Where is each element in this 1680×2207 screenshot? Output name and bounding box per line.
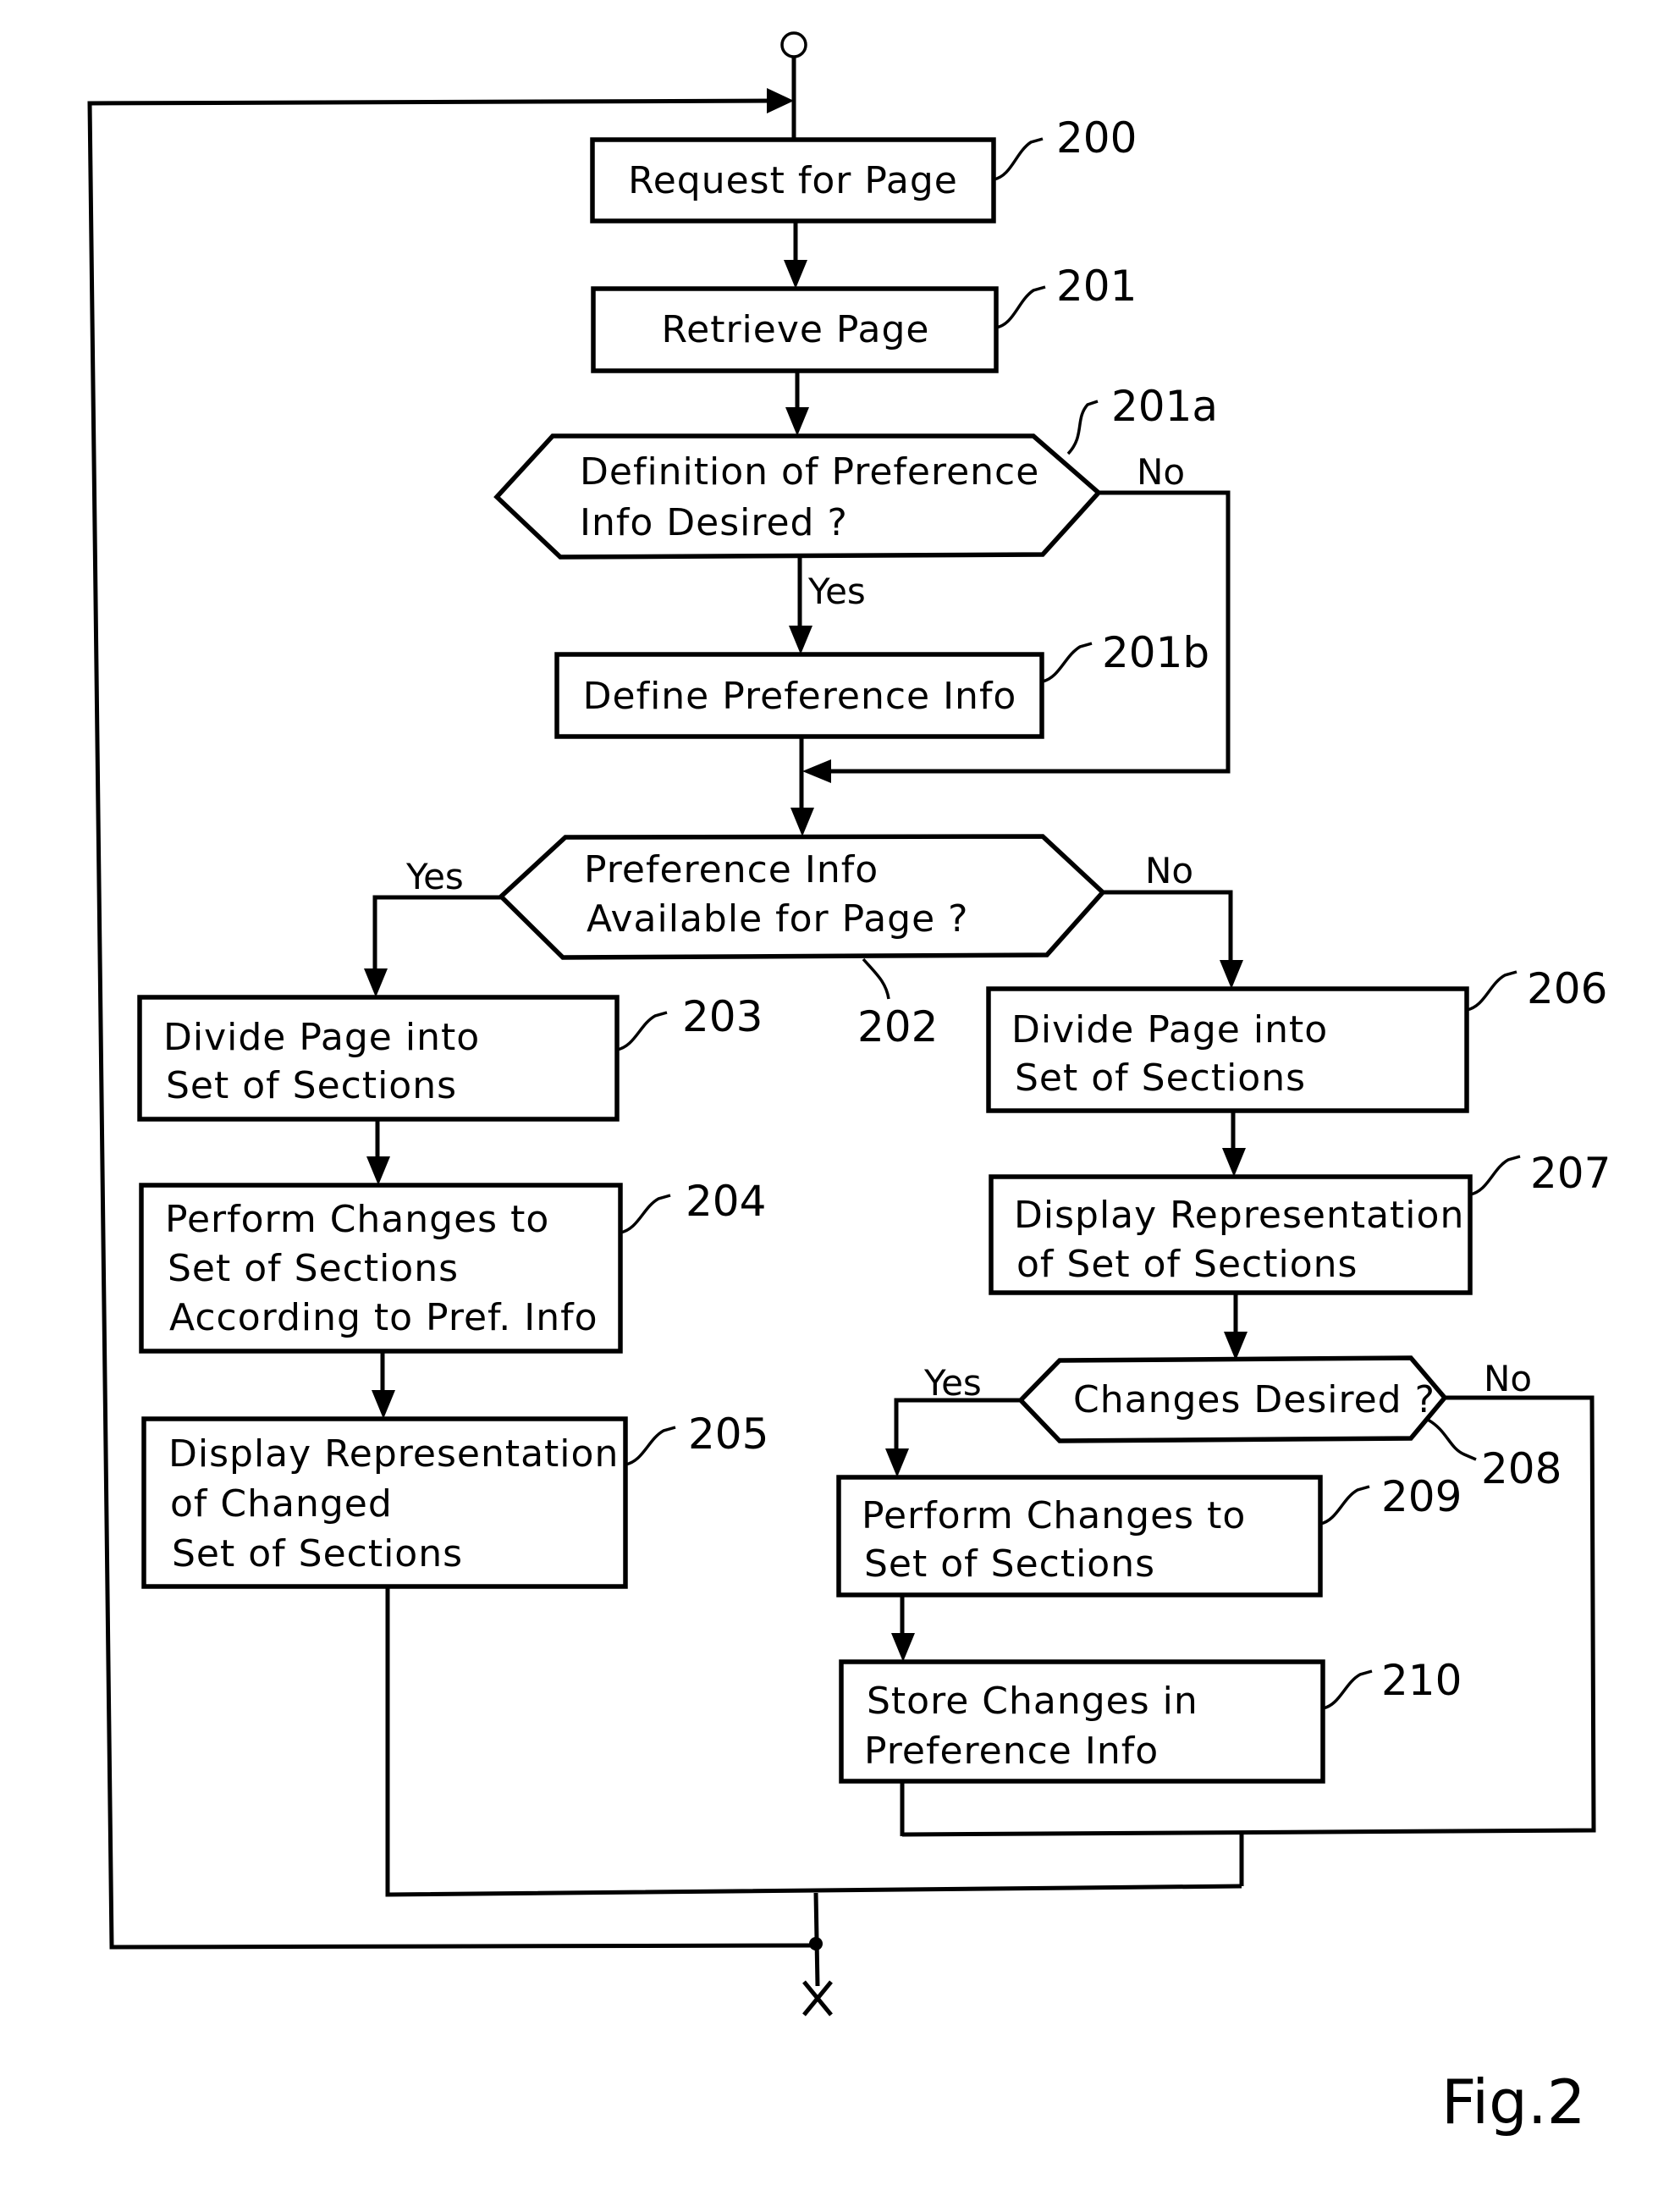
leader-210 [1322,1669,1373,1710]
leader-207 [1469,1155,1521,1196]
arrowhead-204 [366,1156,390,1185]
leader-203 [616,1011,668,1051]
node-text-line-2: Set of Sections [1015,1057,1306,1100]
ref-numeral: 202 [857,1002,938,1051]
arrowhead-202 [790,808,814,836]
arrowhead-201 [784,260,807,289]
leader-201a [1066,400,1099,455]
leader-201 [995,285,1046,329]
node-text-line-1: Display Representation [1014,1194,1464,1237]
node-208: Changes Desired ? 208 Yes No [923,1355,1562,1493]
node-204: Perform Changes to Set of Sections Accor… [139,1177,766,1354]
node-text-line-2: of Changed [170,1482,393,1526]
arrowhead-209 [885,1448,909,1477]
node-text-line-1: Preference Info [584,848,879,891]
node-text-line-2: of Set of Sections [1016,1243,1358,1286]
edge-202-yes [372,895,501,978]
leader-202 [862,957,890,1000]
arrowhead-206 [1220,960,1243,989]
arrowhead-join [802,759,831,783]
arrowhead-201b [789,626,812,654]
ref-numeral: 206 [1527,964,1607,1013]
ref-numeral: 201 [1056,262,1137,311]
ref-numeral: 204 [686,1177,766,1226]
arrowhead-201a [785,407,809,436]
node-text-line-1: Divide Page into [1011,1008,1328,1051]
node-text-line-3: According to Pref. Info [169,1296,598,1339]
arrowhead-207 [1222,1148,1246,1177]
leader-201b [1042,642,1093,683]
branch-label-yes: Yes [807,571,866,612]
node-text-line-2: Preference Info [864,1730,1159,1773]
node-text: Retrieve Page [662,308,930,351]
branch-label-no: No [1484,1358,1532,1399]
branch-label-yes: Yes [405,856,464,897]
node-text-line-1: Perform Changes to [862,1494,1246,1537]
branch-label-no: No [1137,451,1185,493]
branch-label-no: No [1145,850,1193,891]
node-201a: Definition of Preference Info Desired ? … [493,382,1218,612]
ref-numeral: 209 [1381,1472,1462,1521]
node-text-line-2: Set of Sections [864,1542,1155,1586]
arrowhead-loop [767,88,794,113]
edge-208-yes [894,1398,1021,1458]
node-text: Request for Page [628,159,958,202]
ref-numeral: 203 [682,992,763,1041]
leader-208 [1427,1418,1477,1461]
junction-dot-icon [809,1937,823,1950]
node-200: Request for Page 200 [590,113,1137,223]
node-text-line-2: Info Desired ? [580,501,848,544]
node-209: Perform Changes to Set of Sections 209 [836,1472,1462,1597]
ref-numeral: 201a [1111,382,1218,431]
node-205: Display Representation of Changed Set of… [141,1410,768,1589]
node-text: Changes Desired ? [1073,1378,1435,1421]
node-text-line-2: Set of Sections [168,1247,459,1290]
node-text-line-1: Definition of Preference [580,450,1039,494]
figure-caption: Fig.2 [1441,2066,1586,2138]
start-terminator-icon [780,31,807,58]
arrowhead-208 [1224,1332,1248,1360]
ref-numeral: 210 [1381,1656,1462,1705]
leader-204 [620,1194,671,1234]
node-207: Display Representation of Set of Section… [989,1149,1611,1295]
node-text-line-1: Divide Page into [163,1016,480,1059]
node-203: Divide Page into Set of Sections 203 [137,992,763,1122]
branch-label-yes: Yes [923,1362,982,1404]
ref-numeral: 205 [688,1410,768,1459]
arrowhead-210 [891,1633,915,1662]
node-201: Retrieve Page 201 [591,262,1137,373]
node-text-line-1: Display Representation [168,1432,619,1476]
arrowhead-205 [372,1390,395,1419]
node-text-line-3: Set of Sections [172,1532,463,1575]
arrowhead-203 [364,968,388,997]
ref-numeral: 208 [1481,1444,1562,1493]
ref-numeral: 201b [1102,628,1209,677]
leader-206 [1466,970,1518,1012]
leader-209 [1319,1485,1370,1526]
flowchart-diagram: Request for Page 200 Retrieve Page 201 D… [87,31,1611,2138]
node-text-line-2: Available for Page ? [587,897,969,941]
leader-205 [625,1426,676,1466]
edge-202-no [1103,890,1233,970]
node-206: Divide Page into Set of Sections 206 [986,964,1607,1113]
ref-numeral: 200 [1056,113,1137,163]
node-text-line-2: Set of Sections [166,1064,457,1107]
node-201b: Define Preference Info 201b [554,628,1209,739]
node-210: Store Changes in Preference Info 210 [839,1656,1462,1784]
leader-200 [993,137,1044,181]
node-text-line-1: Store Changes in [867,1680,1198,1723]
node-text-line-1: Perform Changes to [165,1198,549,1241]
end-terminator-icon [802,1980,833,2017]
node-text: Define Preference Info [583,675,1017,718]
ref-numeral: 207 [1530,1149,1611,1198]
